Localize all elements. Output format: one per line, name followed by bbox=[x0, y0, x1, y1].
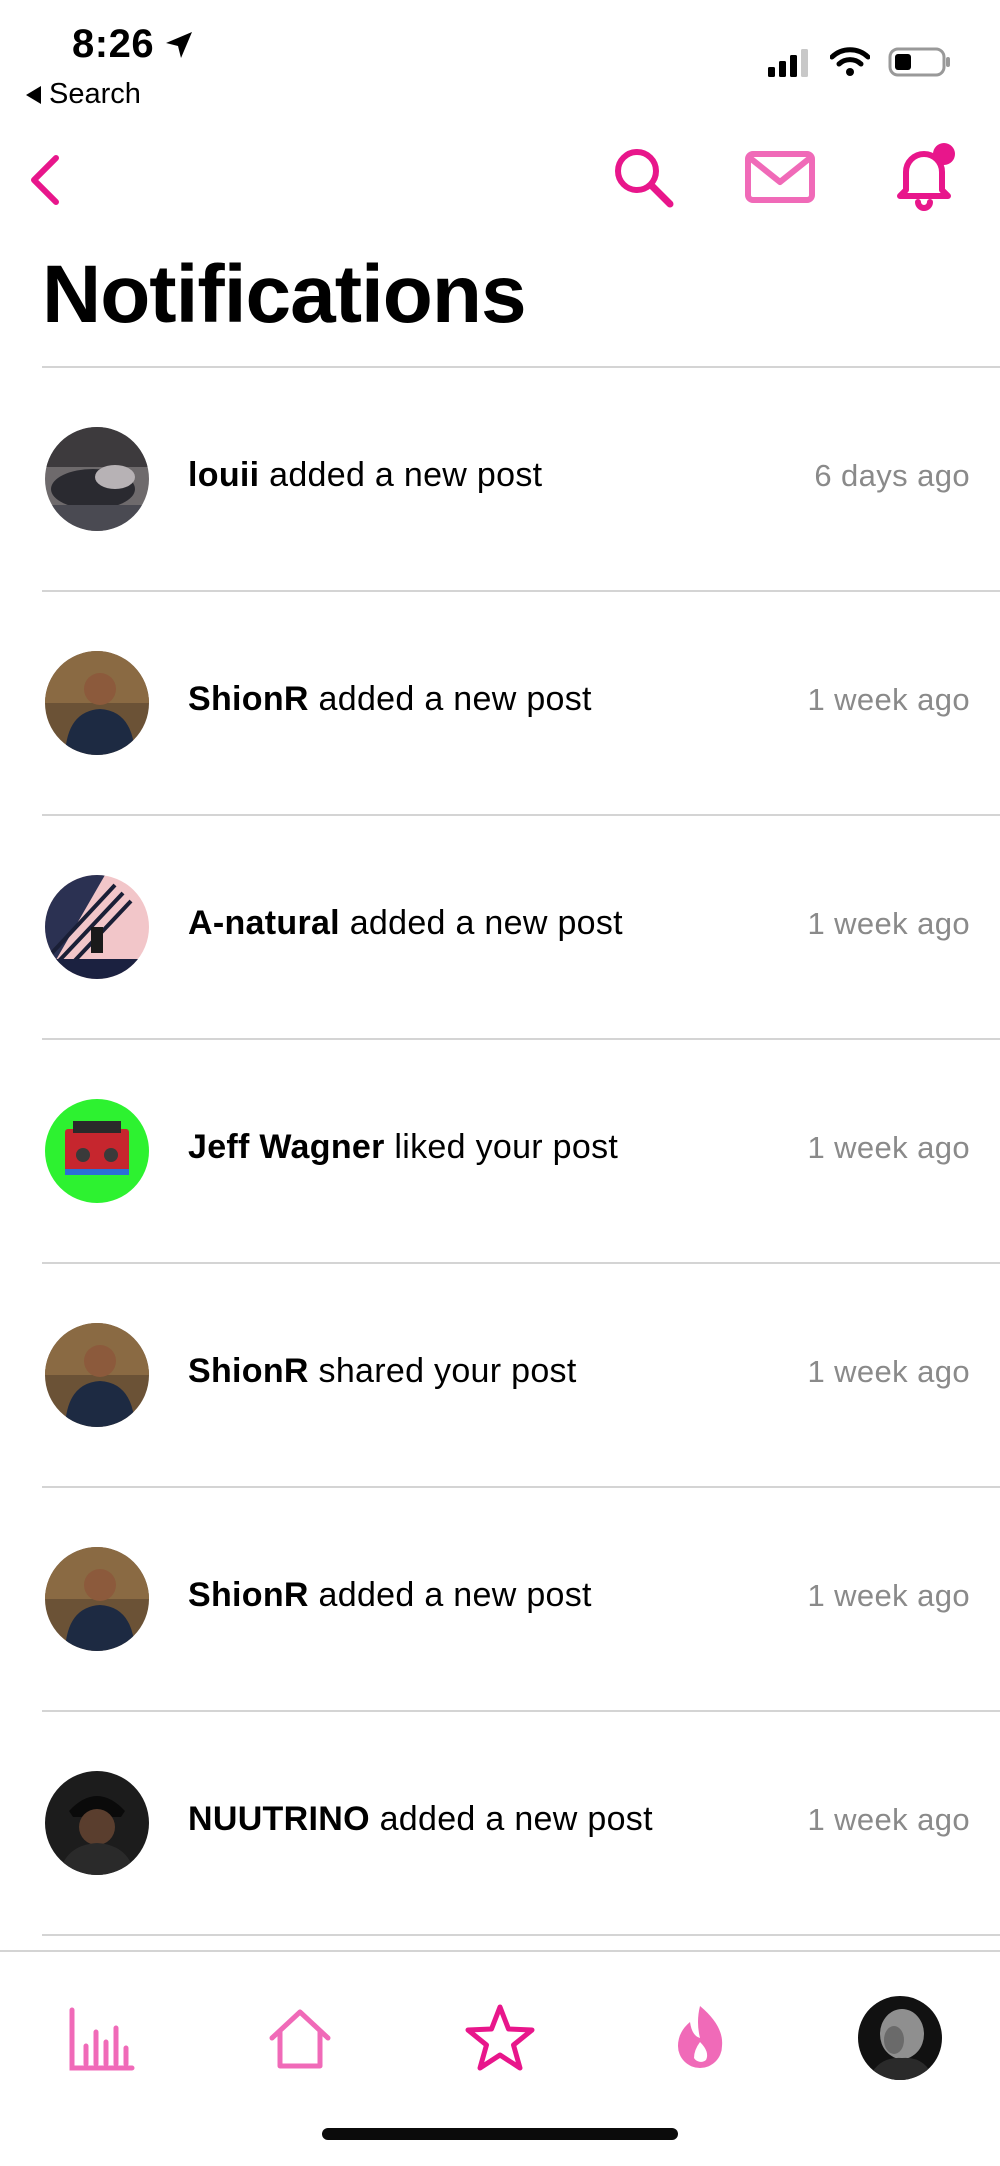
notification-row[interactable]: Jeff Wagner liked your post 1 week ago bbox=[42, 1038, 1000, 1262]
home-icon[interactable] bbox=[264, 2002, 336, 2074]
notification-user[interactable]: ShionR bbox=[188, 1576, 309, 1614]
avatar[interactable] bbox=[45, 427, 149, 531]
notification-text: ShionR shared your post bbox=[188, 1352, 577, 1391]
profile-avatar[interactable] bbox=[858, 1996, 942, 2080]
notification-time: 1 week ago bbox=[807, 906, 970, 941]
back-chevron-icon[interactable] bbox=[18, 150, 78, 210]
location-arrow-icon bbox=[166, 32, 192, 58]
home-indicator bbox=[322, 2128, 678, 2140]
stats-icon[interactable] bbox=[66, 2002, 138, 2074]
notification-time: 1 week ago bbox=[807, 1354, 970, 1389]
notification-text: A-natural added a new post bbox=[188, 904, 623, 943]
notification-action: added a new post bbox=[318, 1576, 592, 1614]
notification-action: added a new post bbox=[318, 680, 592, 718]
notification-list: louii added a new post 6 days ago ShionR… bbox=[42, 366, 1000, 1936]
notification-time: 1 week ago bbox=[807, 1802, 970, 1837]
notification-row[interactable]: louii added a new post 6 days ago bbox=[42, 366, 1000, 590]
page-title: Notifications bbox=[42, 249, 527, 340]
notification-user[interactable]: Jeff Wagner bbox=[188, 1128, 385, 1166]
avatar[interactable] bbox=[45, 875, 149, 979]
battery-icon bbox=[888, 47, 950, 77]
navigation-bar bbox=[0, 130, 1000, 230]
notification-text: louii added a new post bbox=[188, 456, 542, 495]
cellular-signal-icon bbox=[768, 49, 808, 77]
notification-user[interactable]: A-natural bbox=[188, 904, 340, 942]
notification-time: 1 week ago bbox=[807, 1130, 970, 1165]
notification-user[interactable]: ShionR bbox=[188, 680, 309, 718]
notification-row[interactable]: ShionR added a new post 1 week ago bbox=[42, 590, 1000, 814]
notification-row[interactable]: A-natural added a new post 1 week ago bbox=[42, 814, 1000, 1038]
notification-text: ShionR added a new post bbox=[188, 680, 592, 719]
wifi-icon bbox=[830, 47, 870, 76]
star-icon[interactable] bbox=[464, 2002, 536, 2074]
avatar[interactable] bbox=[45, 1771, 149, 1875]
mail-icon[interactable] bbox=[744, 144, 816, 210]
notification-time: 1 week ago bbox=[807, 682, 970, 717]
avatar[interactable] bbox=[45, 1099, 149, 1203]
notification-badge bbox=[933, 143, 955, 165]
system-icons bbox=[768, 46, 952, 78]
notification-action: added a new post bbox=[349, 904, 623, 942]
flame-icon[interactable] bbox=[664, 2002, 736, 2074]
notification-text: ShionR added a new post bbox=[188, 1576, 592, 1615]
avatar[interactable] bbox=[45, 651, 149, 755]
notification-user[interactable]: louii bbox=[188, 456, 259, 494]
bell-icon[interactable] bbox=[888, 140, 962, 212]
notification-user[interactable]: NUUTRINO bbox=[188, 1800, 370, 1838]
notification-user[interactable]: ShionR bbox=[188, 1352, 309, 1390]
notification-action: added a new post bbox=[379, 1800, 653, 1838]
search-icon[interactable] bbox=[610, 144, 676, 210]
notification-time: 1 week ago bbox=[807, 1578, 970, 1613]
back-to-search-label: Search bbox=[49, 78, 141, 110]
avatar[interactable] bbox=[45, 1547, 149, 1651]
notification-time: 6 days ago bbox=[814, 458, 970, 493]
notification-text: NUUTRINO added a new post bbox=[188, 1800, 653, 1839]
notification-row[interactable]: ShionR shared your post 1 week ago bbox=[42, 1262, 1000, 1486]
notification-action: added a new post bbox=[269, 456, 543, 494]
avatar[interactable] bbox=[45, 1323, 149, 1427]
status-time: 8:26 bbox=[72, 22, 155, 66]
notification-action: liked your post bbox=[394, 1128, 619, 1166]
notification-row[interactable]: NUUTRINO added a new post 1 week ago bbox=[42, 1710, 1000, 1936]
notification-action: shared your post bbox=[318, 1352, 577, 1390]
back-to-search-link[interactable]: Search bbox=[26, 78, 141, 111]
back-triangle-icon bbox=[26, 85, 41, 104]
notification-row[interactable]: ShionR added a new post 1 week ago bbox=[42, 1486, 1000, 1710]
status-bar: 8:26 Search bbox=[0, 0, 1000, 120]
notification-text: Jeff Wagner liked your post bbox=[188, 1128, 618, 1167]
